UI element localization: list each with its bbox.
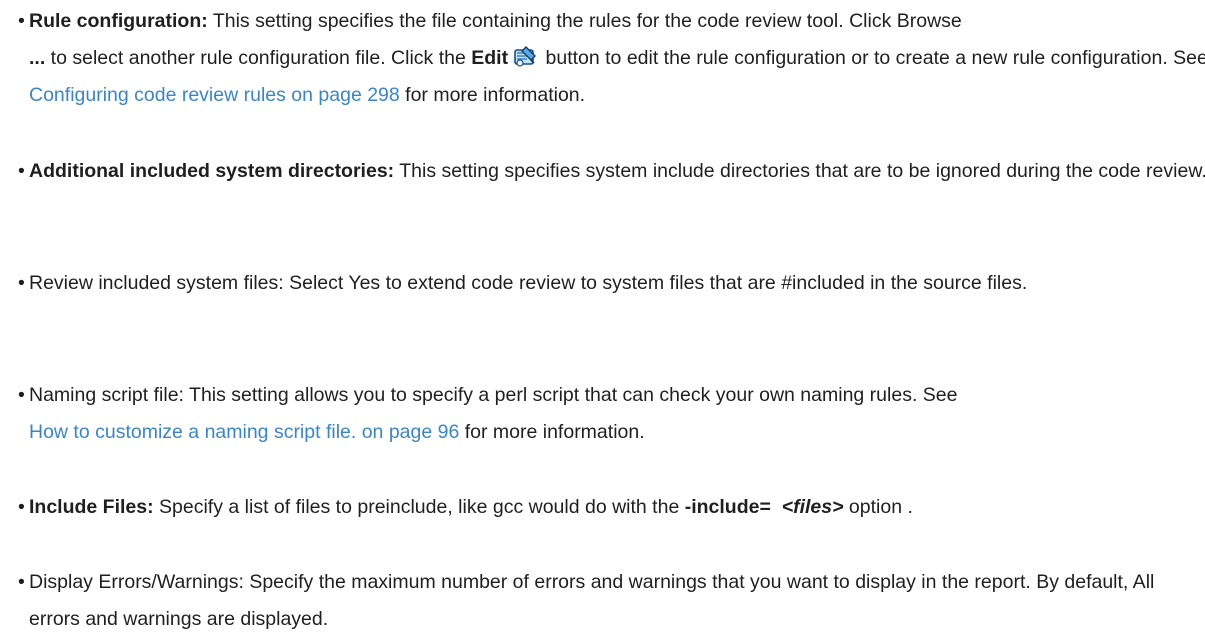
list-item-display-errors-warnings: • Display Errors/Warnings: Specify the m… <box>18 564 1205 638</box>
item-text: This setting specifies the file containi… <box>207 10 962 32</box>
list-item-naming-script-file: • Naming script file: This setting allow… <box>18 377 1205 451</box>
list-item-additional-system-directories: • Additional included system directories… <box>18 153 1205 190</box>
item-text: button to edit the rule configuration or… <box>540 47 1205 69</box>
list-item-rule-configuration: • Rule configuration: This setting speci… <box>18 3 1205 114</box>
edit-rules-icon <box>512 44 538 68</box>
bullet: • <box>18 272 25 294</box>
list-item-review-system-files: • Review included system files: Select Y… <box>18 265 1205 302</box>
term-include-files: Include Files: <box>29 496 154 518</box>
item-text: Review included system files: Select Yes… <box>29 272 1028 294</box>
bullet: • <box>18 160 25 182</box>
item-text: Display Errors/Warnings: Specify the max… <box>29 571 1155 630</box>
bullet: • <box>18 10 25 32</box>
bullet: • <box>18 496 25 518</box>
link-configuring-code-review-rules[interactable]: Configuring code review rules on page 29… <box>29 84 400 106</box>
term-rule-configuration: Rule configuration: <box>29 10 208 32</box>
item-text: Naming script file: This setting allows … <box>29 384 958 406</box>
item-text: This setting specifies system include di… <box>394 160 1205 182</box>
list-item-include-files: • Include Files: Specify a list of files… <box>18 489 1205 526</box>
include-option-arg: <files> <box>781 496 844 518</box>
item-text: to select another rule configuration fil… <box>45 47 472 69</box>
item-text: option . <box>843 496 913 518</box>
edit-label: Edit <box>471 47 509 69</box>
bullet: • <box>18 571 25 593</box>
browse-ellipsis: ... <box>29 47 46 69</box>
bullet: • <box>18 384 25 406</box>
item-text: Specify a list of files to preinclude, l… <box>153 496 685 518</box>
item-text: for more information. <box>459 421 645 443</box>
term-additional-directories: Additional included system directories: <box>29 160 395 182</box>
link-customize-naming-script[interactable]: How to customize a naming script file. o… <box>29 421 459 443</box>
include-option: -include= <box>684 496 771 518</box>
item-text: for more information. <box>399 84 586 106</box>
